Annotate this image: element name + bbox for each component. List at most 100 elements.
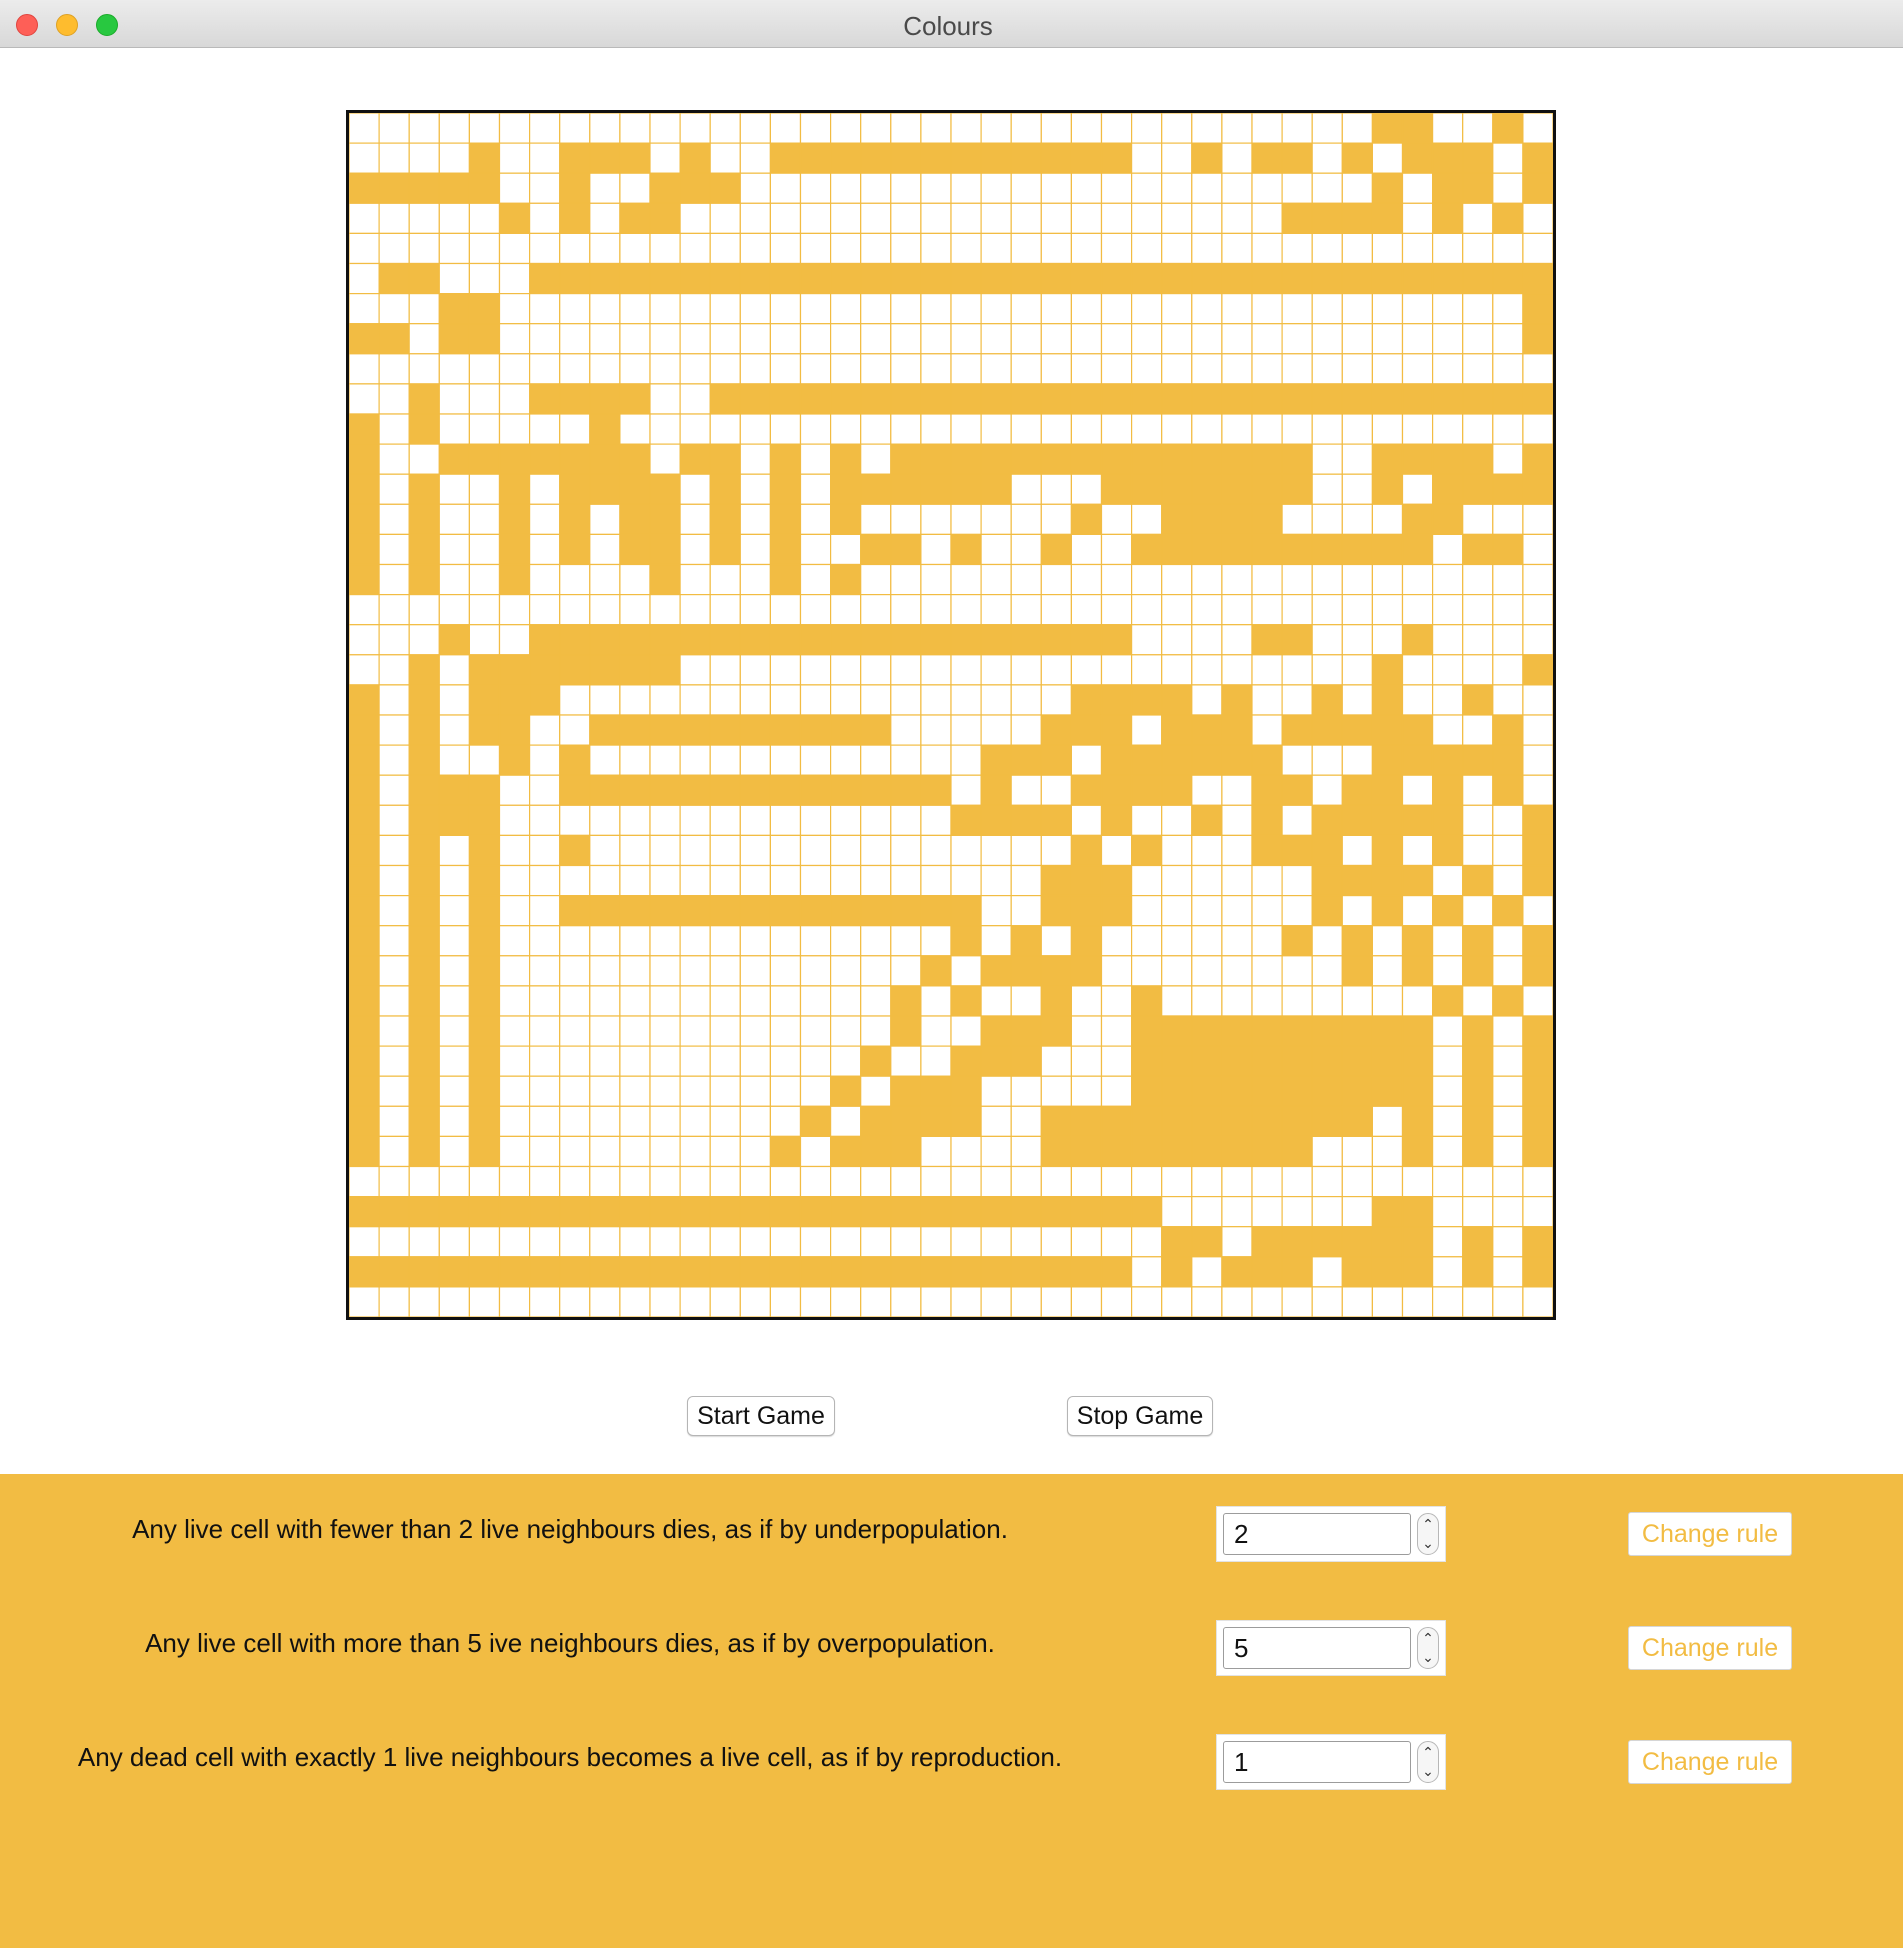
live-cell[interactable]: [1251, 624, 1283, 656]
live-cell[interactable]: [950, 624, 982, 656]
dead-cell[interactable]: [799, 232, 832, 265]
live-cell[interactable]: [1010, 1015, 1042, 1047]
live-cell[interactable]: [1371, 1195, 1404, 1228]
live-cell[interactable]: [799, 1105, 832, 1137]
dead-cell[interactable]: [709, 293, 741, 325]
live-cell[interactable]: [980, 624, 1012, 656]
live-cell[interactable]: [1070, 1135, 1103, 1168]
dead-cell[interactable]: [679, 323, 711, 355]
dead-cell[interactable]: [1311, 594, 1343, 626]
dead-cell[interactable]: [559, 864, 591, 897]
dead-cell[interactable]: [769, 955, 802, 987]
live-cell[interactable]: [1130, 744, 1163, 776]
dead-cell[interactable]: [890, 864, 922, 897]
dead-cell[interactable]: [1462, 353, 1494, 385]
dead-cell[interactable]: [980, 172, 1012, 204]
dead-cell[interactable]: [920, 594, 952, 626]
dead-cell[interactable]: [1281, 985, 1313, 1017]
dead-cell[interactable]: [589, 925, 621, 957]
dead-cell[interactable]: [408, 1226, 440, 1258]
dead-cell[interactable]: [1281, 955, 1313, 987]
dead-cell[interactable]: [438, 894, 471, 927]
dead-cell[interactable]: [1522, 624, 1553, 656]
dead-cell[interactable]: [1462, 1286, 1494, 1317]
dead-cell[interactable]: [739, 142, 771, 174]
underpopulation-input[interactable]: [1223, 1513, 1411, 1555]
live-cell[interactable]: [920, 624, 952, 656]
dead-cell[interactable]: [980, 985, 1012, 1017]
live-cell[interactable]: [498, 1195, 531, 1228]
live-cell[interactable]: [1311, 1226, 1343, 1258]
live-cell[interactable]: [1371, 864, 1404, 897]
live-cell[interactable]: [860, 262, 892, 295]
dead-cell[interactable]: [589, 1135, 621, 1168]
live-cell[interactable]: [408, 262, 440, 295]
dead-cell[interactable]: [950, 714, 982, 746]
live-cell[interactable]: [1251, 503, 1283, 535]
dead-cell[interactable]: [1040, 202, 1072, 235]
dead-cell[interactable]: [860, 232, 892, 265]
live-cell[interactable]: [1522, 654, 1553, 686]
live-cell[interactable]: [1311, 533, 1343, 566]
live-cell[interactable]: [920, 894, 952, 927]
dead-cell[interactable]: [1431, 232, 1464, 265]
live-cell[interactable]: [1341, 1105, 1373, 1137]
live-cell[interactable]: [589, 654, 621, 686]
live-cell[interactable]: [709, 473, 741, 505]
dead-cell[interactable]: [860, 1226, 892, 1258]
live-cell[interactable]: [679, 774, 711, 806]
live-cell[interactable]: [559, 503, 591, 535]
dead-cell[interactable]: [529, 202, 561, 235]
live-cell[interactable]: [769, 894, 802, 927]
dead-cell[interactable]: [1070, 353, 1103, 385]
dead-cell[interactable]: [1251, 413, 1283, 445]
dead-cell[interactable]: [920, 563, 952, 596]
live-cell[interactable]: [1040, 142, 1072, 174]
dead-cell[interactable]: [860, 1286, 892, 1317]
live-cell[interactable]: [1401, 1045, 1434, 1077]
live-cell[interactable]: [1100, 744, 1133, 776]
dead-cell[interactable]: [1191, 894, 1223, 927]
dead-cell[interactable]: [739, 1165, 771, 1198]
dead-cell[interactable]: [739, 1105, 771, 1137]
live-cell[interactable]: [1341, 925, 1373, 957]
live-cell[interactable]: [1281, 714, 1313, 746]
live-cell[interactable]: [438, 1256, 471, 1288]
live-cell[interactable]: [559, 142, 591, 174]
live-cell[interactable]: [1462, 684, 1494, 716]
dead-cell[interactable]: [619, 1075, 651, 1107]
dead-cell[interactable]: [799, 1226, 832, 1258]
live-cell[interactable]: [1431, 383, 1464, 415]
live-cell[interactable]: [649, 1195, 681, 1228]
live-cell[interactable]: [529, 1195, 561, 1228]
dead-cell[interactable]: [1010, 172, 1042, 204]
dead-cell[interactable]: [799, 353, 832, 385]
dead-cell[interactable]: [709, 744, 741, 776]
dead-cell[interactable]: [1401, 594, 1434, 626]
dead-cell[interactable]: [438, 1045, 471, 1077]
live-cell[interactable]: [1371, 1075, 1404, 1107]
dead-cell[interactable]: [1161, 202, 1193, 235]
live-cell[interactable]: [1070, 262, 1103, 295]
dead-cell[interactable]: [950, 1135, 982, 1168]
dead-cell[interactable]: [1311, 654, 1343, 686]
dead-cell[interactable]: [830, 864, 862, 897]
dead-cell[interactable]: [1010, 1165, 1042, 1198]
dead-cell[interactable]: [1191, 113, 1223, 144]
live-cell[interactable]: [1040, 1256, 1072, 1288]
dead-cell[interactable]: [438, 1286, 471, 1317]
dead-cell[interactable]: [769, 594, 802, 626]
live-cell[interactable]: [1341, 1045, 1373, 1077]
dead-cell[interactable]: [950, 1286, 982, 1317]
live-cell[interactable]: [1371, 383, 1404, 415]
dead-cell[interactable]: [1522, 774, 1553, 806]
live-cell[interactable]: [1522, 1015, 1553, 1047]
dead-cell[interactable]: [1070, 473, 1103, 505]
live-cell[interactable]: [1130, 1045, 1163, 1077]
live-cell[interactable]: [980, 1045, 1012, 1077]
dead-cell[interactable]: [830, 113, 862, 144]
dead-cell[interactable]: [619, 1226, 651, 1258]
dead-cell[interactable]: [1401, 684, 1434, 716]
live-cell[interactable]: [468, 714, 501, 746]
live-cell[interactable]: [980, 774, 1012, 806]
